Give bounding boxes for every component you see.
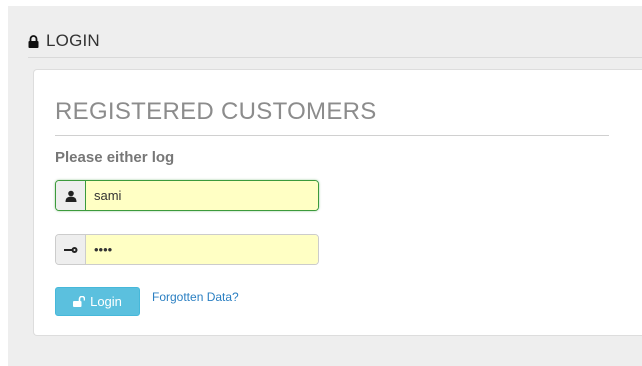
panel-title: REGISTERED CUSTOMERS [55, 98, 377, 125]
section-heading: LOGIN [28, 31, 100, 51]
login-prompt: Please either log [55, 149, 175, 166]
forgotten-data-link[interactable]: Forgotten Data? [152, 290, 239, 304]
lock-icon [28, 34, 39, 48]
heading-divider [28, 57, 642, 58]
username-input[interactable] [86, 181, 318, 210]
login-button-label: Login [90, 294, 122, 309]
registered-customers-panel: REGISTERED CUSTOMERS Please either log L… [33, 69, 642, 336]
unlock-icon [73, 296, 86, 307]
key-icon [56, 235, 86, 264]
panel-divider [55, 135, 609, 136]
password-input[interactable] [86, 235, 318, 264]
username-field[interactable] [55, 180, 319, 211]
login-button[interactable]: Login [55, 287, 140, 316]
user-icon [56, 181, 86, 210]
section-title: LOGIN [46, 31, 100, 50]
password-field[interactable] [55, 234, 319, 265]
